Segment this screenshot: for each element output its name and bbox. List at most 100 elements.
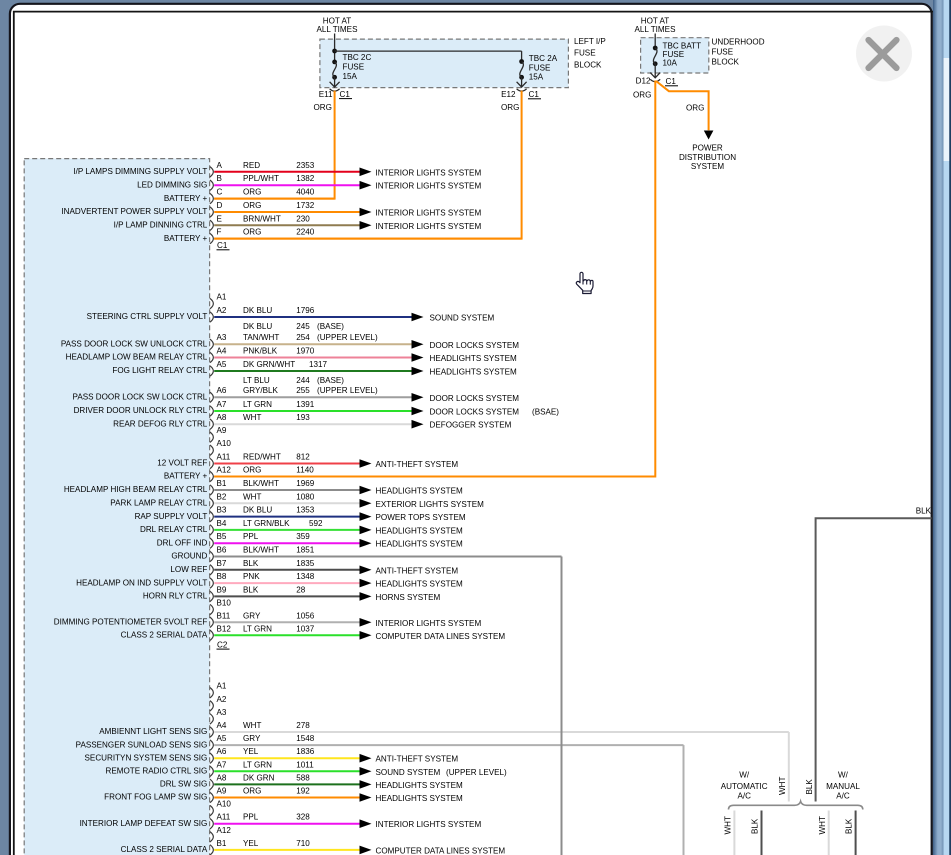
svg-text:I/P LAMP DINNING CTRL: I/P LAMP DINNING CTRL	[114, 221, 208, 230]
svg-text:B10: B10	[217, 599, 232, 608]
svg-text:WHT: WHT	[243, 413, 261, 422]
svg-text:A5: A5	[217, 360, 227, 369]
svg-text:ORG: ORG	[243, 228, 261, 237]
svg-text:INTERIOR LIGHTS SYSTEM: INTERIOR LIGHTS SYSTEM	[376, 619, 482, 628]
svg-text:E11: E11	[319, 90, 333, 99]
svg-text:FOG LIGHT RELAY CTRL: FOG LIGHT RELAY CTRL	[112, 366, 207, 375]
svg-text:HEADLAMP LOW BEAM RELAY CTRL: HEADLAMP LOW BEAM RELAY CTRL	[66, 353, 208, 362]
svg-text:4040: 4040	[296, 188, 315, 197]
svg-text:244: 244	[296, 376, 310, 385]
svg-text:INTERIOR LIGHTS SYSTEM: INTERIOR LIGHTS SYSTEM	[376, 182, 482, 191]
svg-text:PASS DOOR LOCK SW LOCK CTRL: PASS DOOR LOCK SW LOCK CTRL	[73, 393, 208, 402]
svg-text:UNDERHOOD: UNDERHOOD	[712, 37, 765, 46]
svg-text:B9: B9	[217, 585, 227, 594]
svg-text:FUSE: FUSE	[343, 63, 365, 72]
svg-text:ANTI-THEFT SYSTEM: ANTI-THEFT SYSTEM	[376, 566, 459, 575]
svg-text:PNK/BLK: PNK/BLK	[243, 347, 278, 356]
svg-text:B4: B4	[217, 519, 227, 528]
svg-text:PPL/WHT: PPL/WHT	[243, 174, 279, 183]
svg-text:A6: A6	[217, 747, 227, 756]
svg-text:ORG: ORG	[501, 103, 519, 112]
svg-text:230: 230	[296, 214, 310, 223]
svg-text:A12: A12	[217, 466, 232, 475]
svg-text:HOT AT: HOT AT	[323, 16, 352, 25]
svg-text:C2: C2	[217, 640, 228, 649]
svg-text:BATTERY +: BATTERY +	[164, 234, 208, 243]
svg-text:C1: C1	[217, 241, 228, 250]
svg-text:INTERIOR LAMP DEFEAT SW SIG: INTERIOR LAMP DEFEAT SW SIG	[80, 819, 208, 828]
svg-text:TBC BATT: TBC BATT	[663, 42, 702, 51]
svg-text:BATTERY +: BATTERY +	[164, 472, 208, 481]
svg-text:A4: A4	[217, 347, 227, 356]
svg-text:YEL: YEL	[243, 839, 259, 848]
svg-text:A5: A5	[217, 734, 227, 743]
svg-text:C1: C1	[529, 90, 540, 99]
svg-text:ANTI-THEFT SYSTEM: ANTI-THEFT SYSTEM	[376, 460, 459, 469]
svg-text:1548: 1548	[296, 734, 315, 743]
svg-text:A8: A8	[217, 413, 227, 422]
svg-text:C: C	[217, 188, 223, 197]
svg-text:DRL OFF IND: DRL OFF IND	[157, 538, 208, 547]
svg-text:15A: 15A	[343, 72, 358, 81]
svg-text:1796: 1796	[296, 306, 315, 315]
svg-text:LT GRN: LT GRN	[243, 760, 272, 769]
svg-text:HEADLIGHTS SYSTEM: HEADLIGHTS SYSTEM	[376, 580, 464, 589]
svg-text:D12: D12	[636, 77, 651, 86]
svg-text:HEADLAMP HIGH BEAM RELAY CTRL: HEADLAMP HIGH BEAM RELAY CTRL	[64, 485, 208, 494]
svg-text:PNK: PNK	[243, 572, 260, 581]
svg-text:(BSAE): (BSAE)	[532, 408, 559, 417]
svg-text:YEL: YEL	[243, 747, 259, 756]
svg-text:1969: 1969	[296, 479, 315, 488]
svg-text:1348: 1348	[296, 572, 315, 581]
svg-text:DK GRN/WHT: DK GRN/WHT	[243, 360, 295, 369]
svg-text:HEADLAMP ON IND SUPPLY VOLT: HEADLAMP ON IND SUPPLY VOLT	[76, 578, 207, 587]
svg-text:(UPPER LEVEL): (UPPER LEVEL)	[317, 333, 378, 342]
svg-text:B6: B6	[217, 546, 227, 555]
svg-text:WHT: WHT	[243, 721, 261, 730]
svg-text:ORG: ORG	[243, 466, 261, 475]
svg-text:A/C: A/C	[737, 792, 751, 801]
svg-text:BLK: BLK	[243, 585, 259, 594]
svg-text:BLK: BLK	[845, 818, 854, 834]
svg-text:DK BLU: DK BLU	[243, 306, 272, 315]
svg-text:ALL TIMES: ALL TIMES	[635, 25, 677, 34]
svg-text:E12: E12	[501, 90, 516, 99]
svg-text:INTERIOR LIGHTS SYSTEM: INTERIOR LIGHTS SYSTEM	[376, 168, 482, 177]
svg-text:INTERIOR LIGHTS SYSTEM: INTERIOR LIGHTS SYSTEM	[376, 222, 482, 231]
svg-text:A9: A9	[217, 426, 227, 435]
svg-text:B12: B12	[217, 624, 232, 633]
svg-text:B5: B5	[217, 532, 227, 541]
svg-text:LT GRN: LT GRN	[243, 400, 272, 409]
svg-text:710: 710	[296, 839, 310, 848]
svg-text:A7: A7	[217, 760, 227, 769]
svg-text:WHT: WHT	[724, 816, 733, 834]
svg-text:DOOR LOCKS SYSTEM: DOOR LOCKS SYSTEM	[430, 394, 520, 403]
svg-text:HOT AT: HOT AT	[641, 16, 670, 25]
svg-text:INTERIOR LIGHTS SYSTEM: INTERIOR LIGHTS SYSTEM	[376, 209, 482, 218]
svg-text:E: E	[217, 214, 223, 223]
svg-text:1037: 1037	[296, 624, 315, 633]
svg-text:A9: A9	[217, 787, 227, 796]
svg-text:HEADLIGHTS SYSTEM: HEADLIGHTS SYSTEM	[430, 354, 518, 363]
svg-text:(BASE): (BASE)	[317, 376, 344, 385]
svg-text:INADVERTENT POWER SUPPLY VOLT: INADVERTENT POWER SUPPLY VOLT	[61, 207, 207, 216]
svg-text:BLK/WHT: BLK/WHT	[243, 546, 279, 555]
svg-text:LED DIMMING SIG: LED DIMMING SIG	[137, 180, 207, 189]
svg-text:POWER TOPS SYSTEM: POWER TOPS SYSTEM	[376, 513, 466, 522]
svg-text:PPL: PPL	[243, 813, 259, 822]
svg-text:ORG: ORG	[686, 104, 704, 113]
svg-text:(BASE): (BASE)	[317, 322, 344, 331]
svg-text:A12: A12	[217, 826, 232, 835]
svg-text:BLK: BLK	[805, 779, 814, 795]
svg-text:GRY: GRY	[243, 734, 261, 743]
svg-text:SYSTEM: SYSTEM	[691, 162, 725, 171]
svg-text:10A: 10A	[663, 59, 678, 68]
svg-text:AUTOMATIC: AUTOMATIC	[721, 782, 768, 791]
svg-text:B8: B8	[217, 572, 227, 581]
svg-text:1851: 1851	[296, 546, 315, 555]
svg-text:BLOCK: BLOCK	[574, 61, 602, 70]
svg-text:1835: 1835	[296, 559, 315, 568]
svg-text:STEERING CTRL SUPPLY VOLT: STEERING CTRL SUPPLY VOLT	[87, 312, 208, 321]
svg-text:ORG: ORG	[314, 103, 332, 112]
svg-text:FRONT FOG LAMP SW SIG: FRONT FOG LAMP SW SIG	[104, 793, 207, 802]
